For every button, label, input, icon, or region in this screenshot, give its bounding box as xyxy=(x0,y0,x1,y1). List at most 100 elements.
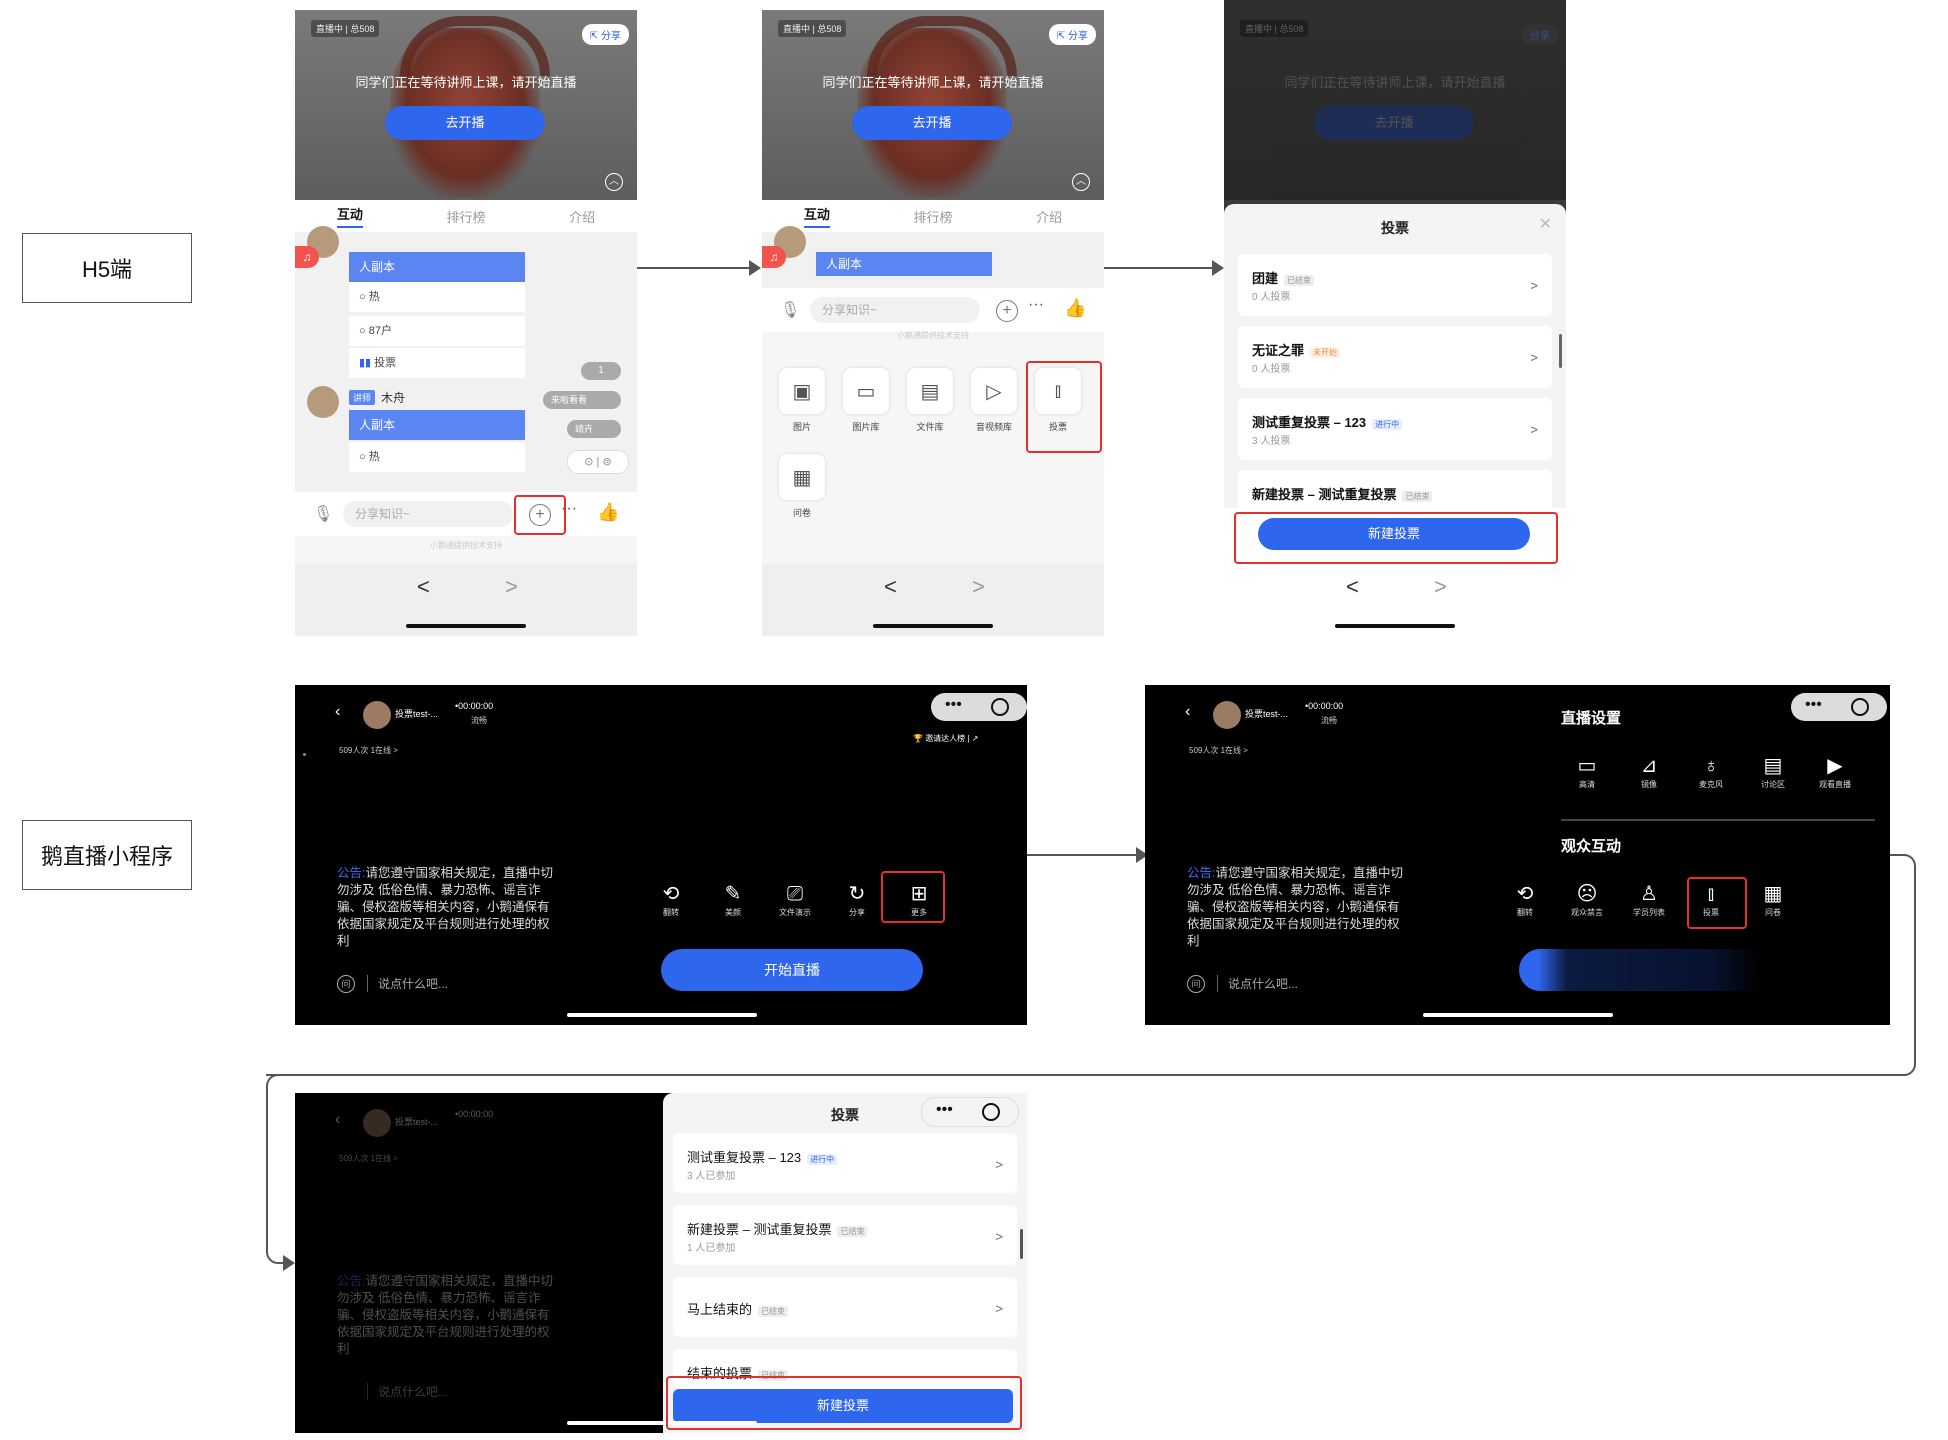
setting-microphone[interactable]: ♁ 麦克风 xyxy=(1689,753,1733,790)
tab-interaction[interactable]: 互动 xyxy=(803,204,830,228)
setting-mirror[interactable]: ⊿ 镜像 xyxy=(1627,753,1671,790)
tab-interaction[interactable]: 互动 xyxy=(336,204,363,228)
poll-option-selected[interactable]: 人副本 xyxy=(816,252,992,276)
more-dots-icon[interactable]: ••• xyxy=(945,696,962,714)
tool-media-library[interactable]: ▷ 音视频库 xyxy=(964,368,1024,433)
forward-button[interactable]: > xyxy=(972,574,985,600)
back-button[interactable]: < xyxy=(884,574,897,600)
interaction-students[interactable]: ♙ 学员列表 xyxy=(1627,881,1671,918)
back-button[interactable]: < xyxy=(1346,574,1359,600)
close-circle-icon[interactable] xyxy=(991,698,1009,716)
question-icon[interactable]: 问 xyxy=(337,975,355,993)
viewer-count[interactable]: 509人次 1在线 > xyxy=(339,1153,398,1164)
settings-title: 直播设置 xyxy=(1561,710,1622,727)
discussion-icon: ▤ xyxy=(1763,755,1783,777)
back-chevron-icon[interactable]: ‹ xyxy=(335,1111,340,1129)
poll-option-selected[interactable]: 人副本 xyxy=(349,410,525,440)
chat-input[interactable]: 分享知识~ xyxy=(343,501,513,527)
tab-intro[interactable]: 介绍 xyxy=(569,207,595,226)
microphone-icon[interactable]: 🎙 xyxy=(313,504,333,524)
poll-vote-link[interactable]: ▮▮ 投票 xyxy=(349,348,525,378)
question-icon[interactable]: 问 xyxy=(1187,975,1205,993)
setting-watch-live[interactable]: ▶ 观看直播 xyxy=(1813,753,1857,790)
more-dots-icon[interactable]: ••• xyxy=(936,1101,953,1119)
interaction-questionnaire[interactable]: ▦ 问卷 xyxy=(1751,881,1795,918)
comment-input[interactable]: 说点什么吧... xyxy=(367,1383,448,1400)
share-button[interactable]: 分享 xyxy=(1522,24,1558,45)
vote-item[interactable]: 新建投票 – 测试重复投票 已结束 1 人已参加 > xyxy=(673,1205,1017,1265)
vote-item[interactable]: 测试重复投票 – 123 进行中 3 人投票 > xyxy=(1238,398,1552,460)
chat-input-bar: 🎙 分享知识~ + ··· 👍 xyxy=(295,492,637,536)
poll-option[interactable]: ○ 热 xyxy=(349,282,525,312)
tab-ranking[interactable]: 排行榜 xyxy=(913,207,952,226)
share-button[interactable]: ⇱ 分享 xyxy=(581,24,629,45)
tab-intro[interactable]: 介绍 xyxy=(1036,207,1062,226)
announcement: 公告:请您遵守国家相关规定，直播中切勿涉及 低俗色情、暴力恐怖、谣言诈骗、侵权盗… xyxy=(1187,866,1403,948)
share-button[interactable]: ⇱ 分享 xyxy=(1048,24,1096,45)
collapse-icon[interactable]: ︿ xyxy=(605,173,623,191)
go-live-button[interactable]: 去开播 xyxy=(1314,106,1474,140)
invite-ranking[interactable]: 🏆 邀请达人榜 | ↗ xyxy=(913,733,978,744)
tab-ranking[interactable]: 排行榜 xyxy=(446,207,485,226)
scrollbar[interactable] xyxy=(1559,334,1562,368)
live-status-tag: 直播中 | 总508 xyxy=(311,20,380,37)
viewer-count[interactable]: 509人次 1在线 > xyxy=(1189,745,1248,756)
poll-option[interactable]: ○ 热 xyxy=(349,442,525,472)
highlight-new-vote xyxy=(1234,512,1558,564)
close-circle-icon[interactable] xyxy=(982,1103,1000,1121)
comment-input[interactable]: 说点什么吧... xyxy=(367,975,448,992)
tool-questionnaire[interactable]: ▦ 问卷 xyxy=(772,454,832,519)
tool-image-library[interactable]: ▭ 图片库 xyxy=(836,368,896,433)
vote-item[interactable]: 团建 已结束 0 人投票 > xyxy=(1238,254,1552,316)
chat-tools-pill[interactable]: ⊙ | ⊜ xyxy=(567,450,629,474)
vote-item[interactable]: 无证之罪 未开始 0 人投票 > xyxy=(1238,326,1552,388)
back-button[interactable]: < xyxy=(417,574,430,600)
collapse-icon[interactable]: ︿ xyxy=(1072,173,1090,191)
vote-item[interactable]: 马上结束的 已结束 > xyxy=(673,1277,1017,1337)
mini-program-capsule[interactable]: ••• xyxy=(1791,693,1887,721)
like-icon[interactable]: 👍 xyxy=(1064,298,1086,319)
plus-icon[interactable]: + xyxy=(996,300,1018,322)
poll-option[interactable]: ○ 87户 xyxy=(349,316,525,346)
more-dots-icon[interactable]: ••• xyxy=(1805,696,1822,714)
bell-icon[interactable]: ♫ xyxy=(295,246,319,268)
mini-program-capsule[interactable]: ••• xyxy=(931,693,1027,721)
gift-pill[interactable]: 来啦看看 xyxy=(543,391,621,409)
close-icon[interactable]: ✕ xyxy=(1539,214,1552,234)
seat-pill[interactable]: 靖卉 xyxy=(567,420,621,438)
tool-flip[interactable]: ⟲ 翻转 xyxy=(1503,881,1547,918)
tool-file-demo[interactable]: ⎚ 文件演示 xyxy=(773,881,817,918)
bell-icon[interactable]: ♫ xyxy=(762,246,786,268)
go-live-button[interactable]: 去开播 xyxy=(852,106,1012,140)
like-count-pill[interactable]: 1 xyxy=(581,362,621,380)
poll-option-selected[interactable]: 人副本 xyxy=(349,252,525,282)
tool-flip[interactable]: ⟲ 翻转 xyxy=(649,881,693,918)
back-chevron-icon[interactable]: ‹ xyxy=(1185,703,1190,721)
tool-share[interactable]: ↻ 分享 xyxy=(835,881,879,918)
like-icon[interactable]: 👍 xyxy=(597,502,619,523)
microphone-icon[interactable]: 🎙 xyxy=(780,300,800,320)
vote-item[interactable]: 新建投票 – 测试重复投票 已结束 xyxy=(1238,470,1552,510)
tool-file-library[interactable]: ▤ 文件库 xyxy=(900,368,960,433)
vote-item[interactable]: 测试重复投票 – 123 进行中 3 人已参加 > xyxy=(673,1133,1017,1193)
powered-by: 小鹅通提供技术支持 xyxy=(430,541,502,550)
back-chevron-icon[interactable]: ‹ xyxy=(335,703,340,721)
forward-button[interactable]: > xyxy=(1434,574,1447,600)
highlight-plus xyxy=(514,495,566,535)
start-live-button[interactable]: 开始直播 xyxy=(661,949,923,991)
setting-discussion[interactable]: ▤ 讨论区 xyxy=(1751,753,1795,790)
tool-image[interactable]: ▣ 图片 xyxy=(772,368,832,433)
scrollbar[interactable] xyxy=(1020,1229,1023,1259)
more-dots-icon[interactable]: ··· xyxy=(1028,296,1044,314)
go-live-button[interactable]: 去开播 xyxy=(385,106,545,140)
close-circle-icon[interactable] xyxy=(1851,698,1869,716)
forward-button[interactable]: > xyxy=(505,574,518,600)
home-indicator xyxy=(567,1013,757,1017)
tool-beauty[interactable]: ✎ 美颜 xyxy=(711,881,755,918)
setting-hd[interactable]: ▭ 高清 xyxy=(1565,753,1609,790)
chat-input[interactable]: 分享知识~ xyxy=(810,297,980,323)
comment-input[interactable]: 说点什么吧... xyxy=(1217,975,1298,992)
viewer-count[interactable]: 509人次 1在线 > xyxy=(339,745,398,756)
interaction-mute[interactable]: ☹ 观众禁言 xyxy=(1565,881,1609,918)
mini-program-capsule[interactable]: ••• xyxy=(921,1097,1019,1127)
